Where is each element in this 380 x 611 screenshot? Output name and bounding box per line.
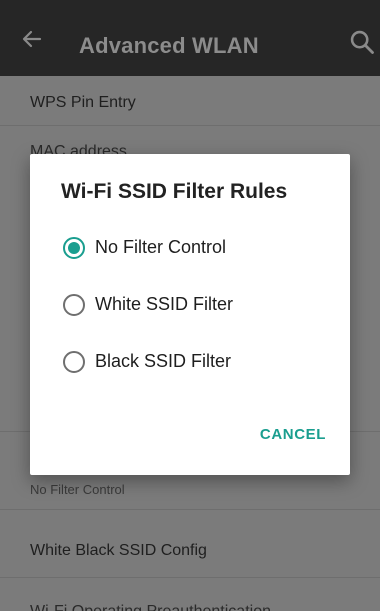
dialog-title: Wi-Fi SSID Filter Rules bbox=[61, 180, 288, 203]
setting-label: Wi-Fi Operating Preauthentication bbox=[30, 603, 271, 611]
option-label: No Filter Control bbox=[95, 237, 227, 257]
setting-label: White Black SSID Config bbox=[30, 542, 207, 559]
page-title: Advanced WLAN bbox=[79, 33, 259, 58]
cancel-button[interactable]: CANCEL bbox=[260, 426, 326, 443]
option-black-ssid-filter[interactable]: Black SSID Filter bbox=[63, 347, 333, 379]
setting-white-black-ssid-config[interactable]: White Black SSID Config bbox=[0, 510, 380, 578]
option-no-filter-control[interactable]: No Filter Control bbox=[63, 233, 333, 265]
radio-selected-icon[interactable] bbox=[63, 237, 85, 259]
ssid-filter-dialog: Wi-Fi SSID Filter Rules No Filter Contro… bbox=[30, 154, 350, 475]
search-icon[interactable] bbox=[348, 28, 376, 56]
option-label: Black SSID Filter bbox=[95, 351, 232, 371]
setting-summary: No Filter Control bbox=[30, 482, 125, 497]
setting-wifi-preauthentication[interactable]: Wi-Fi Operating Preauthentication bbox=[0, 578, 380, 611]
radio-unselected-icon[interactable] bbox=[63, 351, 85, 373]
setting-wps-pin-entry[interactable]: WPS Pin Entry bbox=[0, 76, 380, 126]
setting-label: WPS Pin Entry bbox=[30, 94, 136, 111]
option-label: White SSID Filter bbox=[95, 294, 234, 314]
option-white-ssid-filter[interactable]: White SSID Filter bbox=[63, 290, 333, 322]
arrow-left-icon[interactable] bbox=[20, 27, 44, 51]
app-bar: Advanced WLAN bbox=[0, 0, 380, 76]
radio-unselected-icon[interactable] bbox=[63, 294, 85, 316]
